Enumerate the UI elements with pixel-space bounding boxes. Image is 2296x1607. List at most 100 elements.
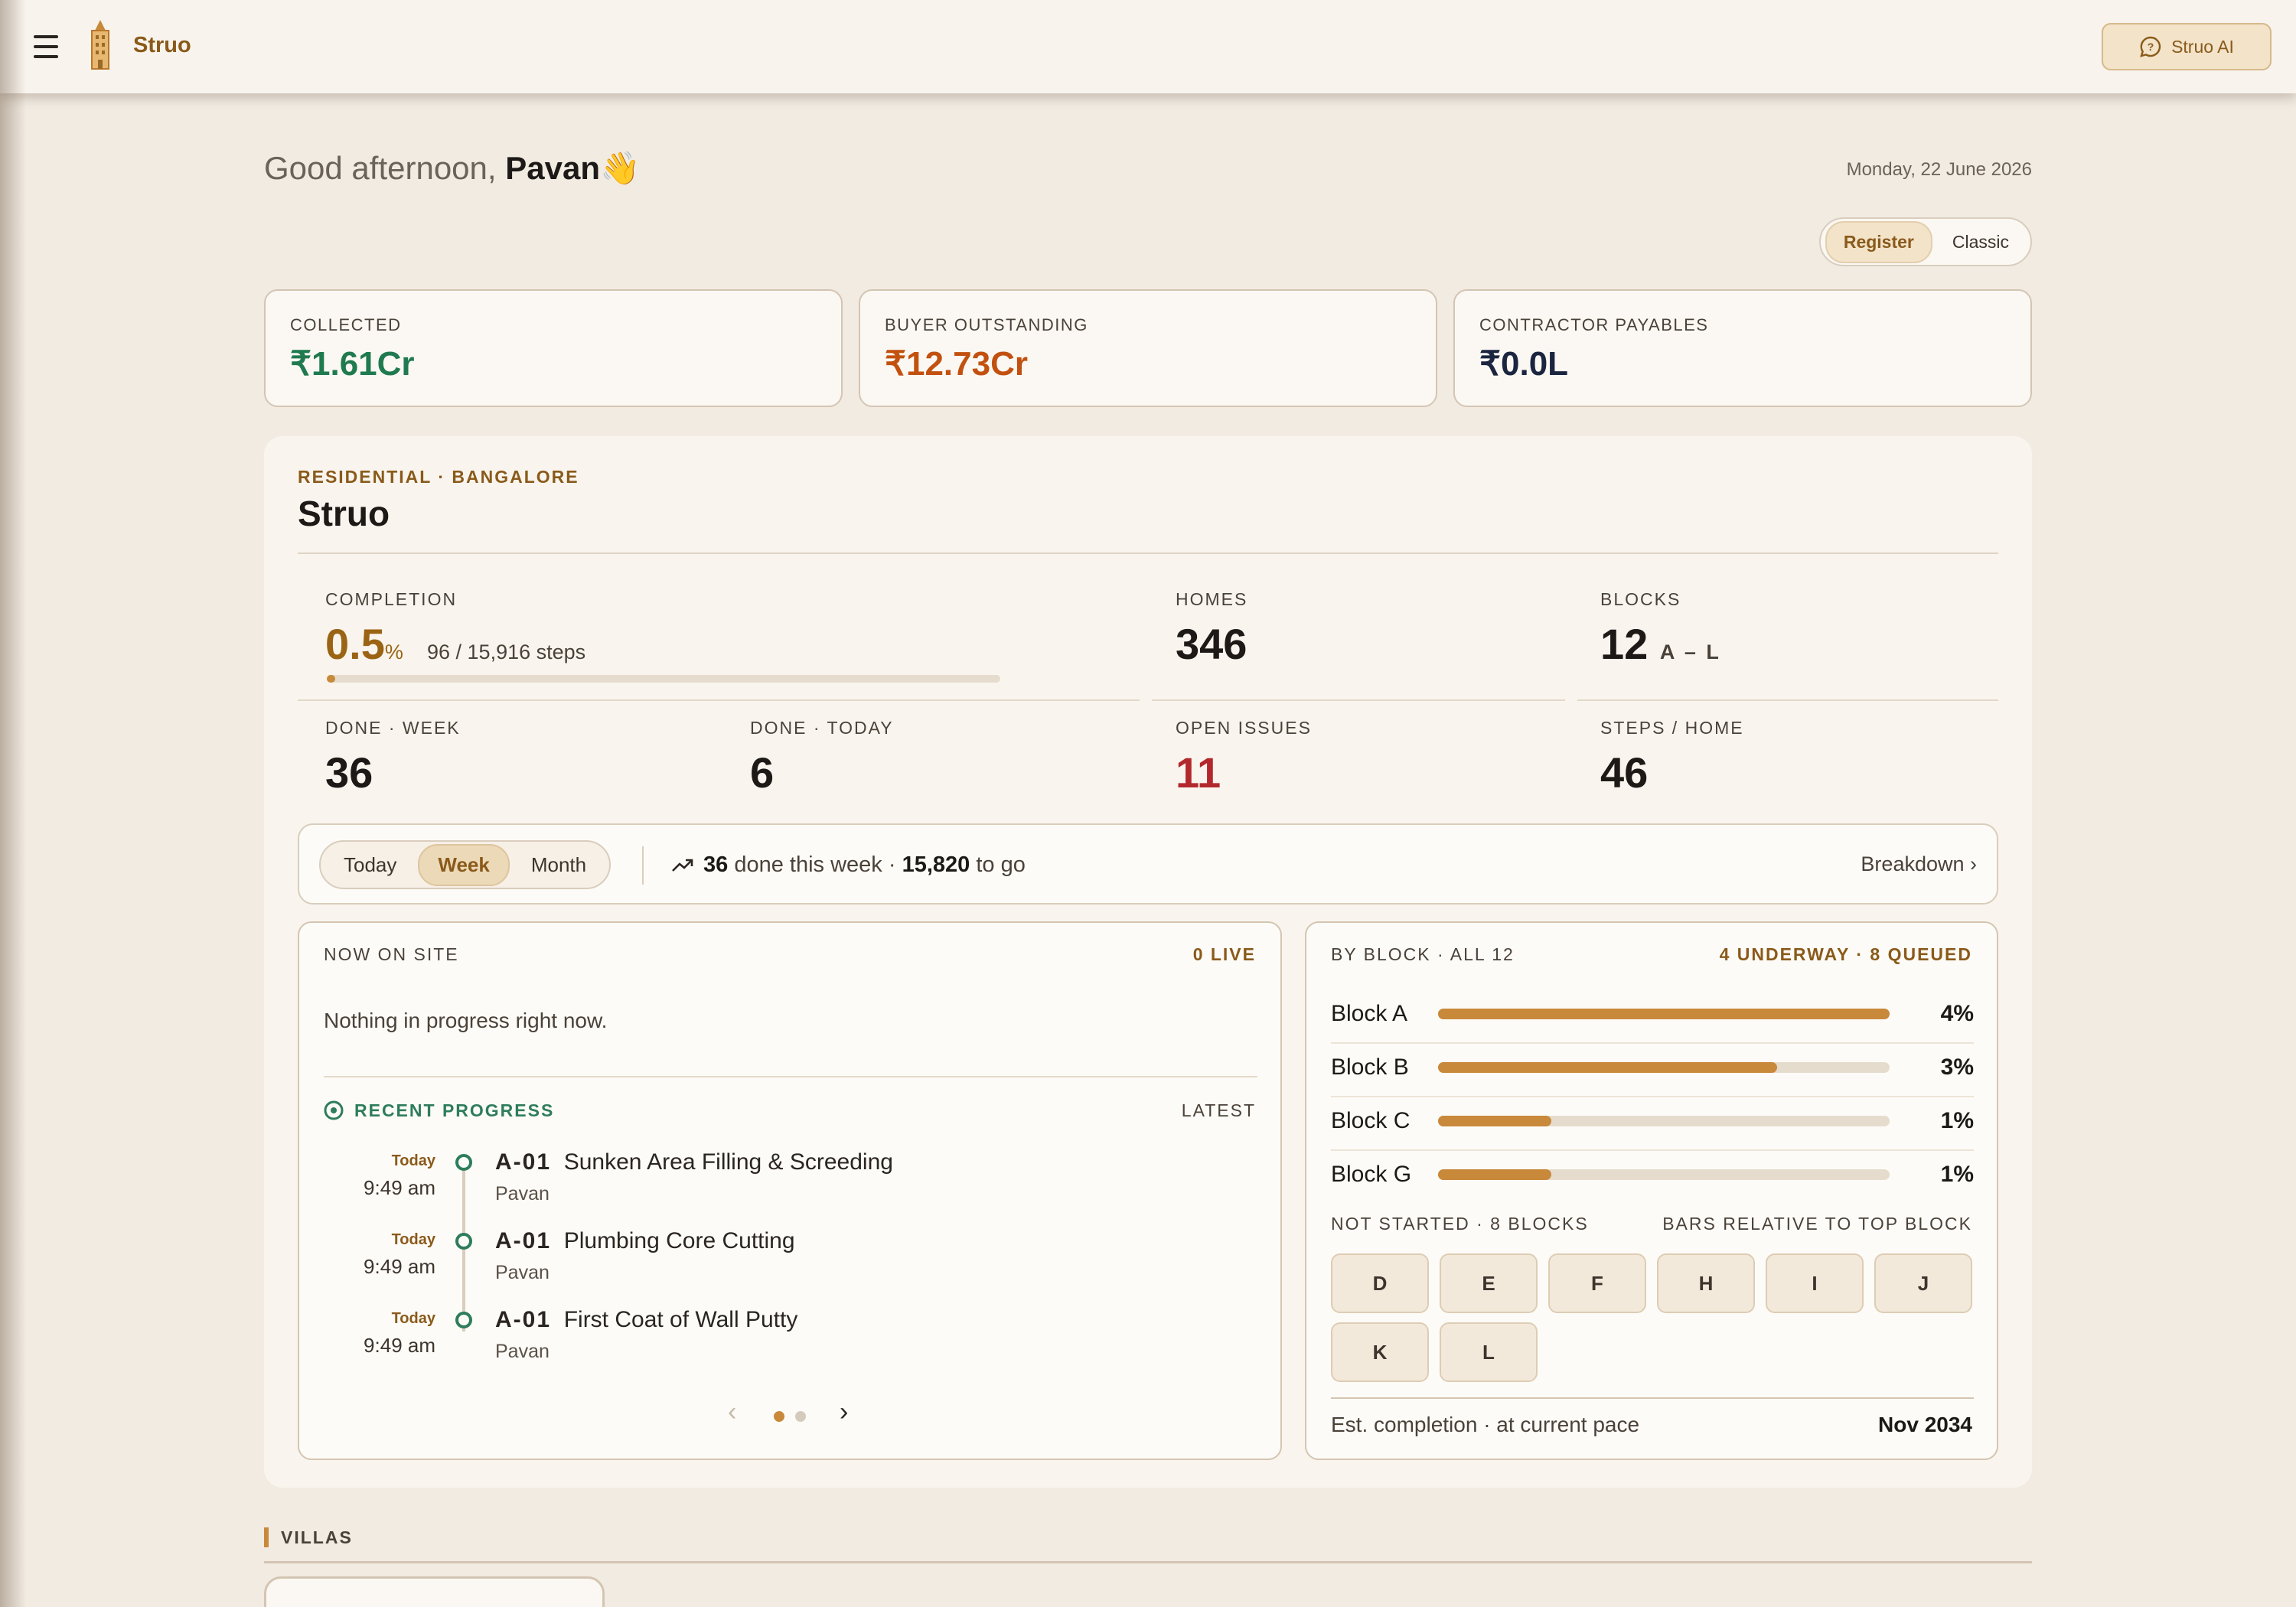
project-title: Struo: [298, 494, 390, 533]
stat-blocks: BLOCKS 12 A – L: [1600, 589, 1721, 669]
timeline-item-title[interactable]: A-01 Sunken Area Filling & Screeding: [495, 1149, 893, 1175]
block-chip[interactable]: D: [1331, 1253, 1429, 1313]
timeline-item-title[interactable]: A-01 Plumbing Core Cutting: [495, 1228, 795, 1254]
svg-text:?: ?: [2148, 41, 2154, 53]
block-status-summary: 4 UNDERWAY · 8 QUEUED: [1719, 944, 1972, 964]
stat-done-week: DONE · WEEK 36: [325, 718, 461, 797]
done-count: 36: [703, 852, 729, 877]
divider: [1577, 699, 1998, 701]
timeline-dot: [455, 1312, 472, 1328]
divider: [264, 1561, 2032, 1563]
divider: [1331, 1397, 1974, 1399]
stat-label: DONE · TODAY: [750, 718, 894, 738]
view-register-button[interactable]: Register: [1825, 220, 1932, 263]
block-row[interactable]: Block B 3%: [1331, 1041, 1974, 1094]
kpi-label: COLLECTED: [290, 315, 402, 334]
view-classic-button[interactable]: Classic: [1936, 223, 2026, 262]
timeline-dot: [455, 1154, 472, 1171]
stat-value: 6: [750, 748, 775, 797]
pager-dot-active[interactable]: [774, 1411, 784, 1422]
breakdown-link[interactable]: Breakdown ›: [1861, 852, 1977, 876]
block-chip[interactable]: H: [1657, 1253, 1755, 1313]
block-chip[interactable]: J: [1874, 1253, 1972, 1313]
tab-today[interactable]: Today: [325, 846, 415, 885]
block-chip[interactable]: I: [1766, 1253, 1864, 1313]
kpi-label: CONTRACTOR PAYABLES: [1479, 315, 1709, 334]
to-go-count: 15,820: [902, 852, 970, 877]
wave-emoji: 👋: [599, 150, 641, 186]
divider: [642, 846, 644, 885]
block-row[interactable]: Block A 4%: [1331, 987, 1974, 1041]
stat-label: DONE · WEEK: [325, 718, 461, 738]
completion-progress-bar: [327, 675, 1000, 683]
pager-prev-button[interactable]: ‹: [728, 1397, 736, 1427]
now-on-site-panel: NOW ON SITE 0 LIVE Nothing in progress r…: [298, 921, 1282, 1460]
pager-dot[interactable]: [795, 1411, 806, 1422]
trending-up-icon: [672, 859, 693, 872]
live-count: 0 LIVE: [1192, 944, 1256, 964]
to-go-text: to go: [976, 852, 1026, 877]
completion-progress-fill: [327, 675, 335, 683]
struo-ai-button[interactable]: ? Struo AI: [2102, 23, 2272, 70]
view-toggle: Register Classic: [1818, 217, 2032, 266]
timeline-item-author: Pavan: [495, 1341, 550, 1362]
stat-label: BLOCKS: [1600, 589, 1681, 609]
bars-note: BARS RELATIVE TO TOP BLOCK: [1662, 1214, 1972, 1234]
kpi-buyer-outstanding[interactable]: BUYER OUTSTANDING ₹12.73Cr: [859, 289, 1437, 407]
building-logo-icon: [91, 20, 109, 70]
stat-value: 346: [1176, 620, 1247, 668]
recent-progress-label: RECENT PROGRESS: [354, 1100, 555, 1120]
stat-value: 46: [1600, 748, 1649, 797]
divider: [1152, 699, 1565, 701]
block-chip[interactable]: E: [1440, 1253, 1538, 1313]
blocks-value: 12 A – L: [1600, 620, 1721, 668]
not-started-label: NOT STARTED · 8 BLOCKS: [1331, 1214, 1589, 1234]
done-text: done this week ·: [734, 852, 896, 877]
greeting-prefix: Good afternoon,: [264, 150, 497, 186]
latest-label: LATEST: [1181, 1100, 1256, 1120]
greeting: Good afternoon, Pavan👋: [264, 150, 640, 187]
kpi-label: BUYER OUTSTANDING: [885, 315, 1088, 334]
block-row[interactable]: Block C 1%: [1331, 1094, 1974, 1148]
stat-open-issues[interactable]: OPEN ISSUES 11: [1176, 718, 1312, 797]
period-summary-bar: Today Week Month 36 done this week · 15,…: [298, 823, 1998, 905]
tab-month[interactable]: Month: [513, 846, 605, 885]
stat-label: OPEN ISSUES: [1176, 718, 1312, 738]
menu-icon[interactable]: [34, 35, 58, 58]
left-edge-shadow: [0, 0, 26, 1607]
kpi-collected[interactable]: COLLECTED ₹1.61Cr: [264, 289, 843, 407]
stat-label: COMPLETION: [325, 589, 458, 609]
greeting-name: Pavan: [505, 150, 600, 186]
by-block-label: BY BLOCK · ALL 12: [1331, 944, 1515, 964]
timeline-item-author: Pavan: [495, 1262, 550, 1283]
divider: [298, 553, 1998, 554]
stat-label: STEPS / HOME: [1600, 718, 1744, 738]
empty-state-text: Nothing in progress right now.: [324, 1009, 608, 1032]
timeline-dot: [455, 1233, 472, 1250]
project-card: RESIDENTIAL · BANGALORE Struo COMPLETION…: [264, 436, 2032, 1488]
timeline-item-author: Pavan: [495, 1183, 550, 1204]
est-completion-label: Est. completion · at current pace: [1331, 1413, 1640, 1436]
stat-steps-per-home: STEPS / HOME 46: [1600, 718, 1744, 797]
chat-help-icon: ?: [2140, 36, 2161, 57]
brand-name[interactable]: Struo: [133, 33, 191, 58]
kpi-contractor-payables[interactable]: CONTRACTOR PAYABLES ₹0.0L: [1453, 289, 2032, 407]
block-chip[interactable]: L: [1440, 1322, 1538, 1382]
block-chip[interactable]: K: [1331, 1322, 1429, 1382]
timeline-item-title[interactable]: A-01 First Coat of Wall Putty: [495, 1307, 797, 1333]
divider: [324, 1076, 1257, 1077]
villa-card[interactable]: [264, 1576, 605, 1607]
pager-next-button[interactable]: ›: [840, 1397, 848, 1427]
completion-value: 0.5% 96 / 15,916 steps: [325, 620, 586, 668]
stat-label: HOMES: [1176, 589, 1248, 609]
struo-ai-label: Struo AI: [2171, 36, 2234, 57]
stat-value: 36: [325, 748, 373, 797]
stat-done-today: DONE · TODAY 6: [750, 718, 894, 797]
block-chip[interactable]: F: [1548, 1253, 1646, 1313]
current-date: Monday, 22 June 2026: [1846, 159, 2032, 180]
kpi-value: ₹12.73Cr: [885, 345, 1028, 383]
timeline-time: Today 9:49 am: [364, 1310, 435, 1357]
tab-week[interactable]: Week: [418, 843, 510, 886]
period-tabs: Today Week Month: [319, 840, 612, 889]
block-row[interactable]: Block G 1%: [1331, 1148, 1974, 1201]
